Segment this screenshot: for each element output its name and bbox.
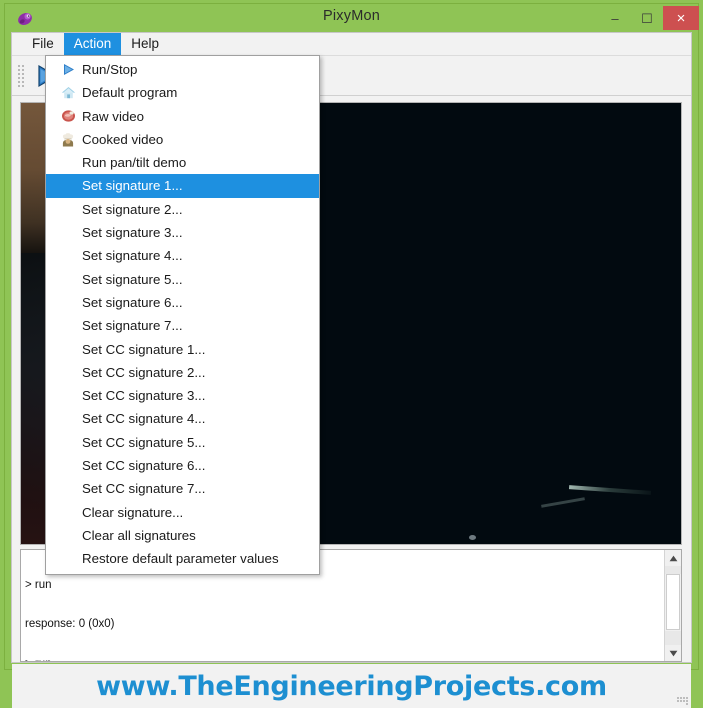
- menu-item-set-cc-signature-3[interactable]: Set CC signature 3...: [46, 384, 319, 407]
- home-icon: [60, 85, 76, 101]
- steak-icon: [60, 108, 76, 124]
- menu-item-set-cc-signature-7[interactable]: Set CC signature 7...: [46, 477, 319, 500]
- menubar-item-action[interactable]: Action: [64, 33, 122, 55]
- menubar-item-file[interactable]: File: [22, 33, 64, 55]
- close-icon: ×: [677, 11, 686, 26]
- play-icon: [60, 62, 76, 78]
- console-line: > run: [25, 658, 655, 662]
- menu-item-cooked-video[interactable]: Cooked video: [46, 128, 319, 151]
- menu-item-set-signature-7[interactable]: Set signature 7...: [46, 314, 319, 337]
- menu-item-set-signature-1[interactable]: Set signature 1...: [46, 174, 319, 197]
- video-highlight-dot: [469, 535, 476, 540]
- watermark-text: www.TheEngineeringProjects.com: [96, 671, 607, 702]
- menu-item-set-signature-3[interactable]: Set signature 3...: [46, 221, 319, 244]
- menu-item-set-cc-signature-1[interactable]: Set CC signature 1...: [46, 338, 319, 361]
- scroll-down-icon[interactable]: [665, 645, 681, 661]
- menu-item-label: Set CC signature 2...: [58, 366, 205, 379]
- menu-item-label: Set signature 4...: [58, 249, 183, 262]
- menu-item-set-cc-signature-5[interactable]: Set CC signature 5...: [46, 431, 319, 454]
- menu-item-label: Set signature 1...: [58, 179, 183, 192]
- chef-icon: [60, 132, 76, 148]
- maximize-icon: ☐: [641, 12, 653, 25]
- menu-item-set-signature-4[interactable]: Set signature 4...: [46, 244, 319, 267]
- menu-item-label: Set signature 6...: [58, 296, 183, 309]
- minimize-icon: –: [611, 12, 618, 25]
- menu-item-clear-all-signatures[interactable]: Clear all signatures: [46, 524, 319, 547]
- menu-item-set-signature-2[interactable]: Set signature 2...: [46, 198, 319, 221]
- menu-item-label: Set CC signature 6...: [58, 459, 205, 472]
- menu-item-label: Set signature 3...: [58, 226, 183, 239]
- menu-item-set-signature-6[interactable]: Set signature 6...: [46, 291, 319, 314]
- scrollbar-track-bottom[interactable]: [665, 631, 681, 645]
- menubar-item-help[interactable]: Help: [121, 33, 169, 55]
- menu-item-set-cc-signature-6[interactable]: Set CC signature 6...: [46, 454, 319, 477]
- maximize-button[interactable]: ☐: [631, 6, 663, 30]
- menu-item-raw-video[interactable]: Raw video: [46, 105, 319, 128]
- menu-item-run-pan-tilt-demo[interactable]: Run pan/tilt demo: [46, 151, 319, 174]
- menu-bar: File Action Help: [12, 33, 691, 56]
- menu-item-label: Set signature 7...: [58, 319, 183, 332]
- minimize-button[interactable]: –: [599, 6, 631, 30]
- menu-item-label: Set CC signature 3...: [58, 389, 205, 402]
- scrollbar-thumb[interactable]: [666, 574, 680, 630]
- menu-item-label: Clear all signatures: [58, 529, 196, 542]
- menu-item-clear-signature[interactable]: Clear signature...: [46, 501, 319, 524]
- menu-item-label: Set CC signature 7...: [58, 482, 205, 495]
- menu-item-label: Set CC signature 1...: [58, 343, 205, 356]
- console-scrollbar[interactable]: [664, 550, 681, 661]
- menu-item-run-stop[interactable]: Run/Stop: [46, 58, 319, 81]
- scrollbar-track-top[interactable]: [665, 566, 681, 574]
- menu-item-label: Set signature 2...: [58, 203, 183, 216]
- menu-item-set-cc-signature-4[interactable]: Set CC signature 4...: [46, 407, 319, 430]
- scroll-up-icon[interactable]: [665, 550, 681, 566]
- menu-item-default-program[interactable]: Default program: [46, 81, 319, 104]
- close-button[interactable]: ×: [663, 6, 699, 30]
- toolbar-drag-grip[interactable]: [16, 64, 25, 88]
- menu-item-label: Run pan/tilt demo: [58, 156, 186, 169]
- menu-item-label: Clear signature...: [58, 506, 183, 519]
- action-dropdown-menu: Run/Stop Default program: [45, 55, 320, 575]
- menu-item-set-cc-signature-2[interactable]: Set CC signature 2...: [46, 361, 319, 384]
- resize-grip[interactable]: [676, 693, 688, 705]
- title-bar[interactable]: PixyMon – ☐ ×: [5, 4, 698, 32]
- menu-item-label: Restore default parameter values: [58, 552, 279, 565]
- menu-item-label: Set signature 5...: [58, 273, 183, 286]
- watermark-banner: www.TheEngineeringProjects.com: [12, 664, 691, 708]
- menu-item-restore-default-parameter-values[interactable]: Restore default parameter values: [46, 547, 319, 570]
- pixymon-window: PixyMon – ☐ × File Action Help: [0, 0, 703, 676]
- console-line: > run: [25, 579, 655, 592]
- menu-item-set-signature-5[interactable]: Set signature 5...: [46, 268, 319, 291]
- console-line: response: 0 (0x0): [25, 618, 655, 631]
- menu-item-label: Set CC signature 4...: [58, 412, 205, 425]
- window-title: PixyMon: [5, 8, 698, 24]
- menu-item-label: Set CC signature 5...: [58, 436, 205, 449]
